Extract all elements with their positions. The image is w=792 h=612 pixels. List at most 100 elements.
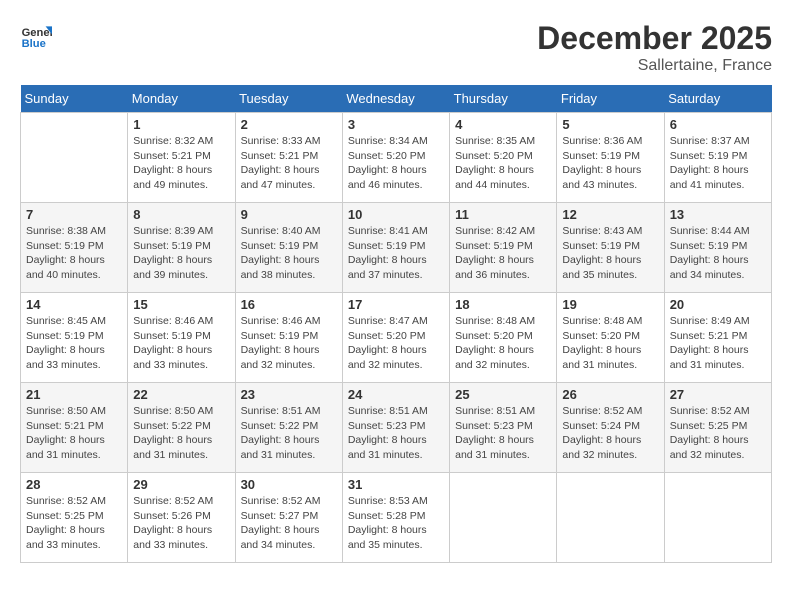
day-info: Sunrise: 8:38 AM Sunset: 5:19 PM Dayligh… xyxy=(26,224,122,283)
weekday-header-cell: Thursday xyxy=(450,85,557,113)
calendar-cell: 29Sunrise: 8:52 AM Sunset: 5:26 PM Dayli… xyxy=(128,473,235,563)
day-info: Sunrise: 8:46 AM Sunset: 5:19 PM Dayligh… xyxy=(241,314,337,373)
weekday-header-cell: Wednesday xyxy=(342,85,449,113)
day-number: 13 xyxy=(670,207,766,222)
day-number: 10 xyxy=(348,207,444,222)
weekday-header-cell: Sunday xyxy=(21,85,128,113)
day-number: 26 xyxy=(562,387,658,402)
calendar-cell: 6 Sunrise: 8:37 AM Sunset: 5:19 PM Daylig… xyxy=(664,113,771,203)
day-number: 16 xyxy=(241,297,337,312)
day-number: 18 xyxy=(455,297,551,312)
day-info: Sunrise: 8:43 AM Sunset: 5:19 PM Dayligh… xyxy=(562,224,658,283)
calendar-cell: 15Sunrise: 8:46 AM Sunset: 5:19 PM Dayli… xyxy=(128,293,235,383)
calendar-cell: 2 Sunrise: 8:33 AM Sunset: 5:21 PM Daylig… xyxy=(235,113,342,203)
day-number: 23 xyxy=(241,387,337,402)
calendar-cell: 17 Sunrise: 8:47 AM Sunset: 5:20 PM Dayli… xyxy=(342,293,449,383)
svg-text:Blue: Blue xyxy=(22,38,46,50)
day-info: Sunrise: 8:51 AM Sunset: 5:22 PM Dayligh… xyxy=(241,404,337,463)
day-number: 20 xyxy=(670,297,766,312)
calendar-week-row: 1 Sunrise: 8:32 AM Sunset: 5:21 PM Daylig… xyxy=(21,113,772,203)
day-info: Sunrise: 8:37 AM Sunset: 5:19 PM Dayligh… xyxy=(670,134,766,193)
day-number: 14 xyxy=(26,297,122,312)
day-info: Sunrise: 8:52 AM Sunset: 5:24 PM Dayligh… xyxy=(562,404,658,463)
day-number: 19 xyxy=(562,297,658,312)
calendar-cell xyxy=(664,473,771,563)
calendar-cell: 28 Sunrise: 8:52 AM Sunset: 5:25 PM Dayli… xyxy=(21,473,128,563)
day-number: 15 xyxy=(133,297,229,312)
day-number: 1 xyxy=(133,117,229,132)
day-number: 8 xyxy=(133,207,229,222)
weekday-header-cell: Tuesday xyxy=(235,85,342,113)
calendar-week-row: 28 Sunrise: 8:52 AM Sunset: 5:25 PM Dayli… xyxy=(21,473,772,563)
day-number: 9 xyxy=(241,207,337,222)
day-number: 28 xyxy=(26,477,122,492)
calendar-cell: 16 Sunrise: 8:46 AM Sunset: 5:19 PM Dayli… xyxy=(235,293,342,383)
day-info: Sunrise: 8:48 AM Sunset: 5:20 PM Dayligh… xyxy=(562,314,658,373)
calendar-week-row: 21 Sunrise: 8:50 AM Sunset: 5:21 PM Dayli… xyxy=(21,383,772,473)
logo: General Blue xyxy=(20,20,52,52)
weekday-header-row: SundayMondayTuesdayWednesdayThursdayFrid… xyxy=(21,85,772,113)
calendar-cell: 24 Sunrise: 8:51 AM Sunset: 5:23 PM Dayli… xyxy=(342,383,449,473)
day-info: Sunrise: 8:42 AM Sunset: 5:19 PM Dayligh… xyxy=(455,224,551,283)
calendar-cell: 8 Sunrise: 8:39 AM Sunset: 5:19 PM Daylig… xyxy=(128,203,235,293)
calendar-cell xyxy=(557,473,664,563)
title-area: December 2025 Sallertaine, France xyxy=(537,20,772,75)
calendar-cell: 12 Sunrise: 8:43 AM Sunset: 5:19 PM Dayli… xyxy=(557,203,664,293)
calendar-cell: 4 Sunrise: 8:35 AM Sunset: 5:20 PM Daylig… xyxy=(450,113,557,203)
calendar-cell xyxy=(21,113,128,203)
day-info: Sunrise: 8:52 AM Sunset: 5:25 PM Dayligh… xyxy=(670,404,766,463)
day-number: 22 xyxy=(133,387,229,402)
day-number: 12 xyxy=(562,207,658,222)
day-number: 21 xyxy=(26,387,122,402)
calendar-cell: 27 Sunrise: 8:52 AM Sunset: 5:25 PM Dayli… xyxy=(664,383,771,473)
day-info: Sunrise: 8:40 AM Sunset: 5:19 PM Dayligh… xyxy=(241,224,337,283)
day-info: Sunrise: 8:39 AM Sunset: 5:19 PM Dayligh… xyxy=(133,224,229,283)
header: General Blue December 2025 Sallertaine, … xyxy=(20,20,772,75)
calendar-cell: 3 Sunrise: 8:34 AM Sunset: 5:20 PM Daylig… xyxy=(342,113,449,203)
location-title: Sallertaine, France xyxy=(537,57,772,75)
day-number: 5 xyxy=(562,117,658,132)
day-number: 11 xyxy=(455,207,551,222)
calendar-cell: 30Sunrise: 8:52 AM Sunset: 5:27 PM Dayli… xyxy=(235,473,342,563)
day-number: 17 xyxy=(348,297,444,312)
calendar-body: 1 Sunrise: 8:32 AM Sunset: 5:21 PM Daylig… xyxy=(21,113,772,563)
calendar-table: SundayMondayTuesdayWednesdayThursdayFrid… xyxy=(20,85,772,563)
day-info: Sunrise: 8:48 AM Sunset: 5:20 PM Dayligh… xyxy=(455,314,551,373)
day-info: Sunrise: 8:41 AM Sunset: 5:19 PM Dayligh… xyxy=(348,224,444,283)
calendar-cell: 7 Sunrise: 8:38 AM Sunset: 5:19 PM Daylig… xyxy=(21,203,128,293)
day-info: Sunrise: 8:47 AM Sunset: 5:20 PM Dayligh… xyxy=(348,314,444,373)
day-info: Sunrise: 8:33 AM Sunset: 5:21 PM Dayligh… xyxy=(241,134,337,193)
calendar-cell: 10 Sunrise: 8:41 AM Sunset: 5:19 PM Dayli… xyxy=(342,203,449,293)
weekday-header-cell: Friday xyxy=(557,85,664,113)
calendar-cell: 14 Sunrise: 8:45 AM Sunset: 5:19 PM Dayli… xyxy=(21,293,128,383)
calendar-cell: 19 Sunrise: 8:48 AM Sunset: 5:20 PM Dayli… xyxy=(557,293,664,383)
day-number: 7 xyxy=(26,207,122,222)
day-info: Sunrise: 8:53 AM Sunset: 5:28 PM Dayligh… xyxy=(348,494,444,553)
calendar-cell: 18 Sunrise: 8:48 AM Sunset: 5:20 PM Dayli… xyxy=(450,293,557,383)
calendar-cell: 23 Sunrise: 8:51 AM Sunset: 5:22 PM Dayli… xyxy=(235,383,342,473)
day-info: Sunrise: 8:45 AM Sunset: 5:19 PM Dayligh… xyxy=(26,314,122,373)
day-info: Sunrise: 8:36 AM Sunset: 5:19 PM Dayligh… xyxy=(562,134,658,193)
calendar-cell: 9 Sunrise: 8:40 AM Sunset: 5:19 PM Daylig… xyxy=(235,203,342,293)
day-number: 4 xyxy=(455,117,551,132)
day-info: Sunrise: 8:34 AM Sunset: 5:20 PM Dayligh… xyxy=(348,134,444,193)
calendar-cell: 11 Sunrise: 8:42 AM Sunset: 5:19 PM Dayli… xyxy=(450,203,557,293)
calendar-cell: 1 Sunrise: 8:32 AM Sunset: 5:21 PM Daylig… xyxy=(128,113,235,203)
day-number: 3 xyxy=(348,117,444,132)
calendar-cell: 13Sunrise: 8:44 AM Sunset: 5:19 PM Dayli… xyxy=(664,203,771,293)
calendar-week-row: 14 Sunrise: 8:45 AM Sunset: 5:19 PM Dayli… xyxy=(21,293,772,383)
day-info: Sunrise: 8:35 AM Sunset: 5:20 PM Dayligh… xyxy=(455,134,551,193)
day-number: 2 xyxy=(241,117,337,132)
day-info: Sunrise: 8:52 AM Sunset: 5:25 PM Dayligh… xyxy=(26,494,122,553)
day-info: Sunrise: 8:49 AM Sunset: 5:21 PM Dayligh… xyxy=(670,314,766,373)
day-info: Sunrise: 8:50 AM Sunset: 5:21 PM Dayligh… xyxy=(26,404,122,463)
calendar-cell: 20 Sunrise: 8:49 AM Sunset: 5:21 PM Dayli… xyxy=(664,293,771,383)
svg-text:General: General xyxy=(22,27,52,39)
day-number: 27 xyxy=(670,387,766,402)
day-info: Sunrise: 8:51 AM Sunset: 5:23 PM Dayligh… xyxy=(348,404,444,463)
day-number: 24 xyxy=(348,387,444,402)
weekday-header-cell: Saturday xyxy=(664,85,771,113)
day-info: Sunrise: 8:32 AM Sunset: 5:21 PM Dayligh… xyxy=(133,134,229,193)
day-number: 6 xyxy=(670,117,766,132)
calendar-cell: 26 Sunrise: 8:52 AM Sunset: 5:24 PM Dayli… xyxy=(557,383,664,473)
